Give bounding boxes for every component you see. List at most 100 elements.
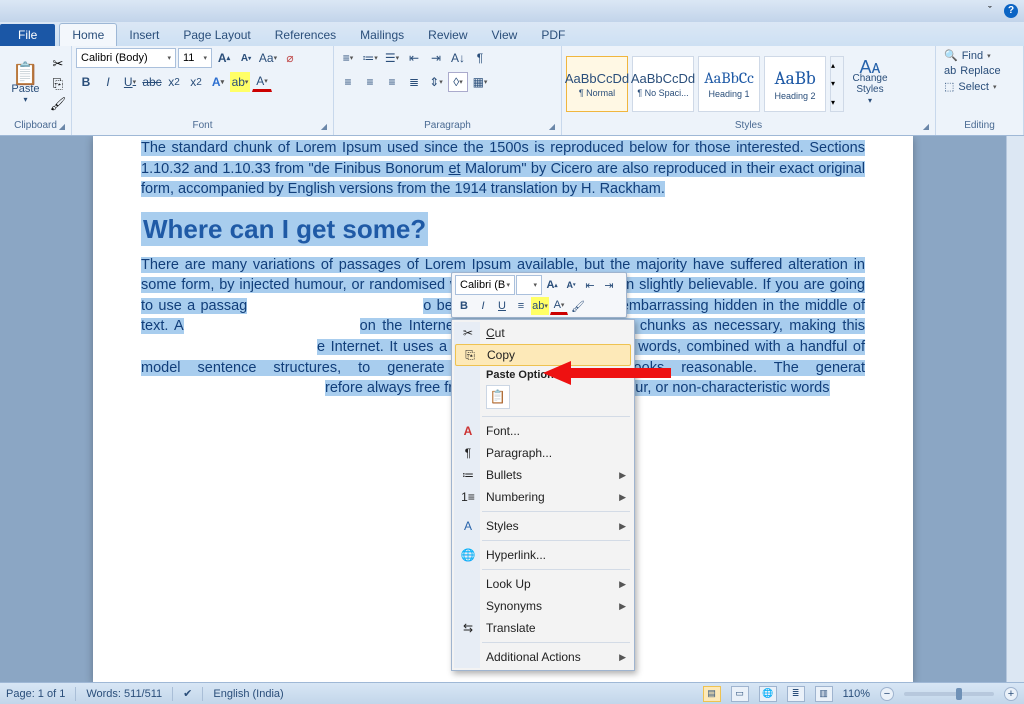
ctx-numbering[interactable]: 1≡Numbering▶ <box>454 486 632 508</box>
mini-underline-icon[interactable]: U <box>493 297 511 315</box>
view-web-layout-icon[interactable]: 🌐 <box>759 686 777 702</box>
mini-highlight-icon[interactable]: ab▾ <box>531 297 549 315</box>
gallery-expand-icon[interactable]: ▾ <box>831 98 843 107</box>
replace-button[interactable]: abReplace <box>940 64 1005 78</box>
clear-formatting-icon[interactable]: ⌀ <box>280 48 300 68</box>
tab-mailings[interactable]: Mailings <box>348 24 416 46</box>
mini-font-size-combo[interactable]: ▾ <box>516 275 542 295</box>
decrease-indent-icon[interactable]: ⇤ <box>404 48 424 68</box>
status-words[interactable]: Words: 511/511 <box>86 688 162 700</box>
view-draft-icon[interactable]: ▥ <box>815 686 833 702</box>
ctx-hyperlink[interactable]: 🌐Hyperlink... <box>454 544 632 566</box>
increase-indent-icon[interactable]: ⇥ <box>426 48 446 68</box>
sort-icon[interactable]: A↓ <box>448 48 468 68</box>
vertical-scrollbar[interactable] <box>1006 136 1024 682</box>
dialog-launcher-icon[interactable]: ◢ <box>923 122 929 131</box>
cut-icon[interactable]: ✂ <box>49 55 67 73</box>
mini-font-color-icon[interactable]: A▾ <box>550 297 568 315</box>
underline-icon[interactable]: U▾ <box>120 72 140 92</box>
tab-view[interactable]: View <box>480 24 530 46</box>
zoom-thumb[interactable] <box>956 688 962 700</box>
heading-text[interactable]: Where can I get some? <box>141 214 865 245</box>
bullets-icon[interactable]: ≡▾ <box>338 48 358 68</box>
ctx-cut[interactable]: ✂Cut <box>454 322 632 344</box>
paragraph-text[interactable]: The standard chunk of Lorem Ipsum used s… <box>141 136 865 200</box>
dialog-launcher-icon[interactable]: ◢ <box>59 122 65 131</box>
mini-increase-indent-icon[interactable]: ⇥ <box>600 276 618 294</box>
subscript-icon[interactable]: x2 <box>164 72 184 92</box>
line-spacing-icon[interactable]: ⇕▾ <box>426 72 446 92</box>
shading-icon[interactable]: ◊▾ <box>448 72 468 92</box>
dialog-launcher-icon[interactable]: ◢ <box>549 122 555 131</box>
copy-icon[interactable]: ⎘ <box>49 75 67 93</box>
superscript-icon[interactable]: x2 <box>186 72 206 92</box>
chevron-down-icon[interactable]: ▾ <box>831 79 843 88</box>
grow-font-icon[interactable]: A▴ <box>214 48 234 68</box>
chevron-up-icon[interactable]: ▴ <box>831 61 843 70</box>
view-print-layout-icon[interactable]: ▤ <box>703 686 721 702</box>
style-normal[interactable]: AaBbCcDd¶ Normal <box>566 56 628 112</box>
ctx-translate[interactable]: ⇆Translate <box>454 617 632 639</box>
show-marks-icon[interactable]: ¶ <box>470 48 490 68</box>
tab-insert[interactable]: Insert <box>117 24 171 46</box>
format-painter-icon[interactable]: 🖌 <box>49 95 67 113</box>
ctx-font[interactable]: AFont... <box>454 420 632 442</box>
change-case-icon[interactable]: Aa▾ <box>258 48 278 68</box>
change-styles-button[interactable]: Aᴀ Change Styles▾ <box>846 60 894 108</box>
styles-gallery-scroll[interactable]: ▴ ▾ ▾ <box>830 56 844 112</box>
dialog-launcher-icon[interactable]: ◢ <box>321 122 327 131</box>
spellcheck-icon[interactable]: ✔ <box>183 687 192 700</box>
select-button[interactable]: ⬚Select ▾ <box>940 79 1001 94</box>
mini-italic-icon[interactable]: I <box>474 297 492 315</box>
borders-icon[interactable]: ▦▾ <box>470 72 490 92</box>
mini-format-painter-icon[interactable]: 🖌 <box>569 297 587 315</box>
font-name-combo[interactable]: Calibri (Body)▾ <box>76 48 176 68</box>
tab-file[interactable]: File <box>0 24 55 46</box>
mini-shrink-font-icon[interactable]: A▾ <box>562 276 580 294</box>
text-effects-icon[interactable]: A▾ <box>208 72 228 92</box>
zoom-in-button[interactable]: + <box>1004 687 1018 701</box>
align-right-icon[interactable]: ≡ <box>382 72 402 92</box>
justify-icon[interactable]: ≣ <box>404 72 424 92</box>
mini-align-center-icon[interactable]: ≡ <box>512 297 530 315</box>
status-page[interactable]: Page: 1 of 1 <box>6 688 65 700</box>
ctx-lookup[interactable]: Look Up▶ <box>454 573 632 595</box>
zoom-level[interactable]: 110% <box>843 688 870 700</box>
align-left-icon[interactable]: ≡ <box>338 72 358 92</box>
ctx-paragraph[interactable]: ¶Paragraph... <box>454 442 632 464</box>
tab-references[interactable]: References <box>263 24 348 46</box>
bold-icon[interactable]: B <box>76 72 96 92</box>
help-icon[interactable]: ? <box>1004 4 1018 18</box>
ctx-additional-actions[interactable]: Additional Actions▶ <box>454 646 632 668</box>
style-heading-1[interactable]: AaBbCcHeading 1 <box>698 56 760 112</box>
style-heading-2[interactable]: AaBbHeading 2 <box>764 56 826 112</box>
paste-keep-source-icon[interactable]: 📋 <box>486 385 510 409</box>
view-full-screen-icon[interactable]: ▭ <box>731 686 749 702</box>
mini-grow-font-icon[interactable]: A▴ <box>543 276 561 294</box>
find-button[interactable]: 🔍Find ▾ <box>940 48 995 63</box>
minimize-ribbon-icon[interactable]: ˇ <box>982 3 998 19</box>
multilevel-icon[interactable]: ☰▾ <box>382 48 402 68</box>
paste-button[interactable]: 📋 Paste ▾ <box>4 51 47 117</box>
view-outline-icon[interactable]: ≣ <box>787 686 805 702</box>
mini-bold-icon[interactable]: B <box>455 297 473 315</box>
italic-icon[interactable]: I <box>98 72 118 92</box>
ctx-synonyms[interactable]: Synonyms▶ <box>454 595 632 617</box>
shrink-font-icon[interactable]: A▾ <box>236 48 256 68</box>
font-color-icon[interactable]: A▾ <box>252 72 272 92</box>
mini-font-name-combo[interactable]: Calibri (B▾ <box>455 275 515 295</box>
numbering-icon[interactable]: ≔▾ <box>360 48 380 68</box>
tab-review[interactable]: Review <box>416 24 479 46</box>
mini-decrease-indent-icon[interactable]: ⇤ <box>581 276 599 294</box>
font-size-combo[interactable]: 11▾ <box>178 48 212 68</box>
ctx-styles[interactable]: AStyles▶ <box>454 515 632 537</box>
tab-page-layout[interactable]: Page Layout <box>171 24 262 46</box>
ctx-bullets[interactable]: ≔Bullets▶ <box>454 464 632 486</box>
style-no-spacing[interactable]: AaBbCcDd¶ No Spaci... <box>632 56 694 112</box>
tab-pdf[interactable]: PDF <box>529 24 577 46</box>
align-center-icon[interactable]: ≡ <box>360 72 380 92</box>
tab-home[interactable]: Home <box>59 23 117 46</box>
zoom-slider[interactable] <box>904 692 994 696</box>
highlight-icon[interactable]: ab▾ <box>230 72 250 92</box>
status-language[interactable]: English (India) <box>213 688 283 700</box>
